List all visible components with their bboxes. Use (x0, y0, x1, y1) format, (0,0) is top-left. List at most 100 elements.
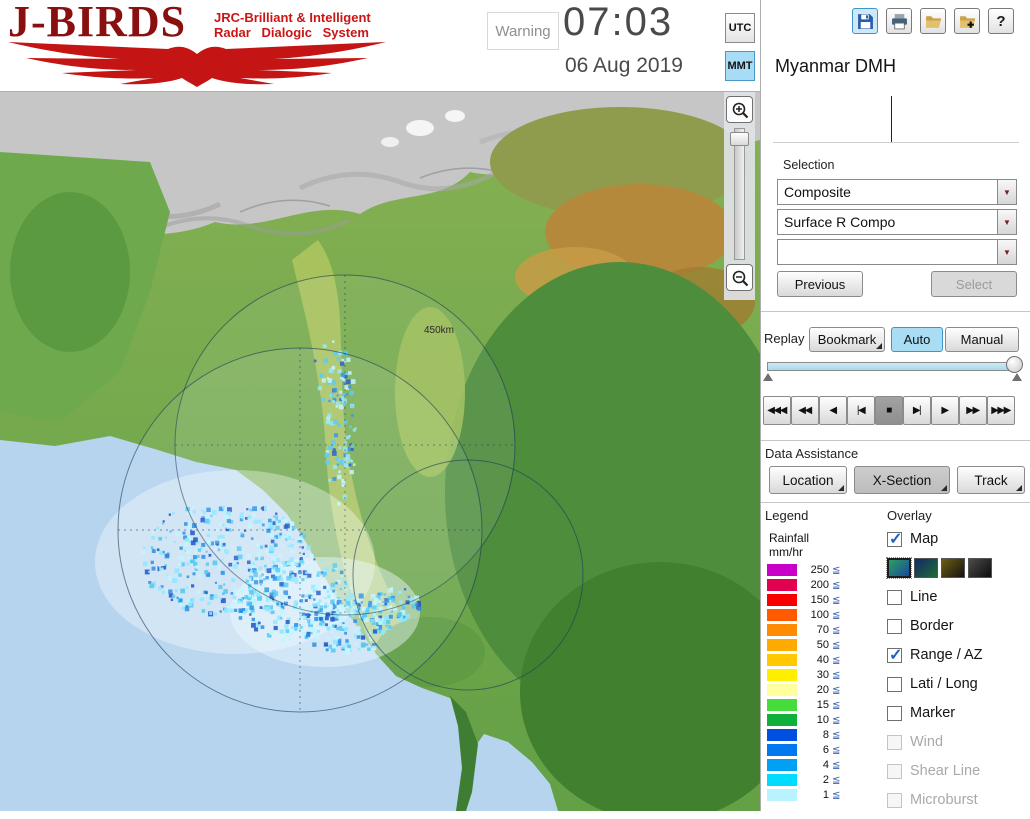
legend-value: 50 (816, 639, 829, 651)
warning-indicator[interactable]: Warning (487, 12, 559, 50)
legend-color-swatch (767, 774, 797, 786)
legend-row: 8 ≦ (767, 729, 840, 741)
zoom-out-button[interactable] (726, 264, 753, 291)
open-button[interactable] (920, 8, 946, 34)
map-style-swatch-2[interactable] (914, 558, 938, 578)
legend-row: 1 ≦ (767, 789, 840, 801)
playback-button-2[interactable]: ◀◀ (791, 396, 819, 425)
overlay-checkbox-label: Range / AZ (910, 647, 983, 663)
zoom-in-button[interactable] (726, 96, 753, 123)
lte-symbol: ≦ (832, 624, 841, 636)
lte-symbol: ≦ (832, 609, 841, 621)
legend-row: 15 ≦ (767, 699, 840, 711)
help-button[interactable]: ? (988, 8, 1014, 34)
lte-symbol: ≦ (832, 699, 841, 711)
overlay-checkbox-border[interactable] (887, 618, 902, 634)
playback-button-6[interactable]: ▶| (903, 396, 931, 425)
overlay-checkbox-map[interactable] (887, 529, 902, 549)
add-button[interactable] (954, 8, 980, 34)
add-folder-icon (959, 15, 975, 28)
legend-value: 15 (816, 699, 829, 711)
overlay-checkbox-wind (887, 734, 902, 750)
previous-button[interactable]: Previous (777, 271, 863, 297)
playback-button-7[interactable]: ▶ (931, 396, 959, 425)
dropdown-3[interactable]: ▼ (777, 239, 1017, 265)
legend-scale: 250 ≦ 200 ≦ 150 ≦ 100 ≦ 70 ≦ 50 ≦ 40 ≦ 30 ≦ 20 ≦ 15 ≦ 10 ≦ 8 ≦ 6… (767, 564, 840, 801)
replay-label: Replay (764, 331, 805, 346)
legend-color-swatch (767, 594, 797, 606)
playback-button-4[interactable]: |◀ (847, 396, 875, 425)
dropdown-arrow-icon[interactable]: ▼ (997, 210, 1016, 234)
replay-slider-thumb[interactable] (1006, 356, 1023, 373)
playback-button-8[interactable]: ▶▶ (959, 396, 987, 425)
save-button[interactable] (852, 8, 878, 34)
legend-value: 10 (816, 714, 829, 726)
legend-value: 1 (822, 789, 829, 801)
legend-color-swatch (767, 654, 797, 666)
text-cursor (891, 96, 892, 142)
playback-button-3[interactable]: ◀ (819, 396, 847, 425)
select-button[interactable]: Select (931, 271, 1017, 297)
legend-color-swatch (767, 669, 797, 681)
overlay-checkbox-label: Line (910, 589, 938, 605)
dropdown-1[interactable]: Composite ▼ (777, 179, 1017, 205)
manual-button[interactable]: Manual (945, 327, 1019, 352)
zoom-slider-thumb[interactable] (730, 132, 749, 146)
clock-time: 07:03 (563, 0, 674, 44)
utc-button[interactable]: UTC (725, 13, 755, 43)
track-button[interactable]: Track (957, 466, 1025, 494)
lte-symbol: ≦ (832, 759, 841, 771)
dropdown-arrow-icon[interactable]: ▼ (997, 240, 1016, 264)
legend-value: 150 (810, 594, 829, 606)
map-style-swatch-3[interactable] (941, 558, 965, 578)
data-assistance-label: Data Assistance (765, 446, 859, 461)
radar-map-area[interactable]: 450km (0, 92, 760, 811)
legend-row: 100 ≦ (767, 609, 840, 621)
open-folder-icon (925, 15, 941, 28)
legend-color-swatch (767, 789, 797, 801)
legend-color-swatch (767, 714, 797, 726)
help-icon: ? (996, 12, 1006, 30)
legend-color-swatch (767, 684, 797, 696)
dropdown-2[interactable]: Surface R Compo ▼ (777, 209, 1017, 235)
x-section-button[interactable]: X-Section (854, 466, 950, 494)
playback-button-9[interactable]: ▶▶▶ (987, 396, 1015, 425)
legend-value: 2 (822, 774, 829, 786)
legend-color-swatch (767, 639, 797, 651)
lte-symbol: ≦ (832, 669, 841, 681)
overlay-checkbox-line[interactable] (887, 589, 902, 605)
playback-button-5[interactable]: ■ (875, 396, 903, 425)
legend-color-swatch (767, 564, 797, 576)
playback-controls: ◀◀◀ ◀◀ ◀ |◀ ■ ▶| ▶ ▶▶ ▶▶▶ (763, 396, 1015, 425)
map-style-swatch-4[interactable] (968, 558, 992, 578)
overlay-item-border: Border (887, 616, 992, 636)
slider-start-marker-icon (763, 373, 773, 381)
bookmark-button[interactable]: Bookmark (809, 327, 885, 352)
overlay-item-marker: Marker (887, 703, 992, 723)
overlay-checkbox-range-az[interactable] (887, 645, 902, 665)
overlay-checkbox-label: Border (910, 618, 954, 634)
map-style-swatch-1[interactable] (886, 557, 912, 579)
selection-label: Selection (783, 158, 835, 172)
terrain-map[interactable]: 450km (0, 92, 760, 811)
legend-row: 50 ≦ (767, 639, 840, 651)
overlay-checkbox-lati-long[interactable] (887, 676, 902, 692)
dropdown-arrow-icon[interactable]: ▼ (997, 180, 1016, 204)
zoom-in-icon (732, 102, 748, 118)
panel-title: Myanmar DMH (775, 56, 897, 76)
replay-slider-track[interactable] (767, 362, 1018, 371)
overlay-item-shear-line: Shear Line (887, 761, 992, 781)
map-style-swatches (886, 557, 992, 579)
overlay-checkbox-microburst (887, 792, 902, 808)
auto-button[interactable]: Auto (891, 327, 943, 352)
legend-row: 20 ≦ (767, 684, 840, 696)
location-button[interactable]: Location (769, 466, 847, 494)
print-button[interactable] (886, 8, 912, 34)
overlay-checkbox-label: Microburst (910, 792, 978, 808)
legend-value: 40 (816, 654, 829, 666)
zoom-slider-track[interactable] (734, 128, 745, 260)
overlay-checkbox-label: Wind (910, 734, 944, 750)
overlay-checkbox-marker[interactable] (887, 705, 902, 721)
playback-button-1[interactable]: ◀◀◀ (763, 396, 791, 425)
mmt-button[interactable]: MMT (725, 51, 755, 81)
